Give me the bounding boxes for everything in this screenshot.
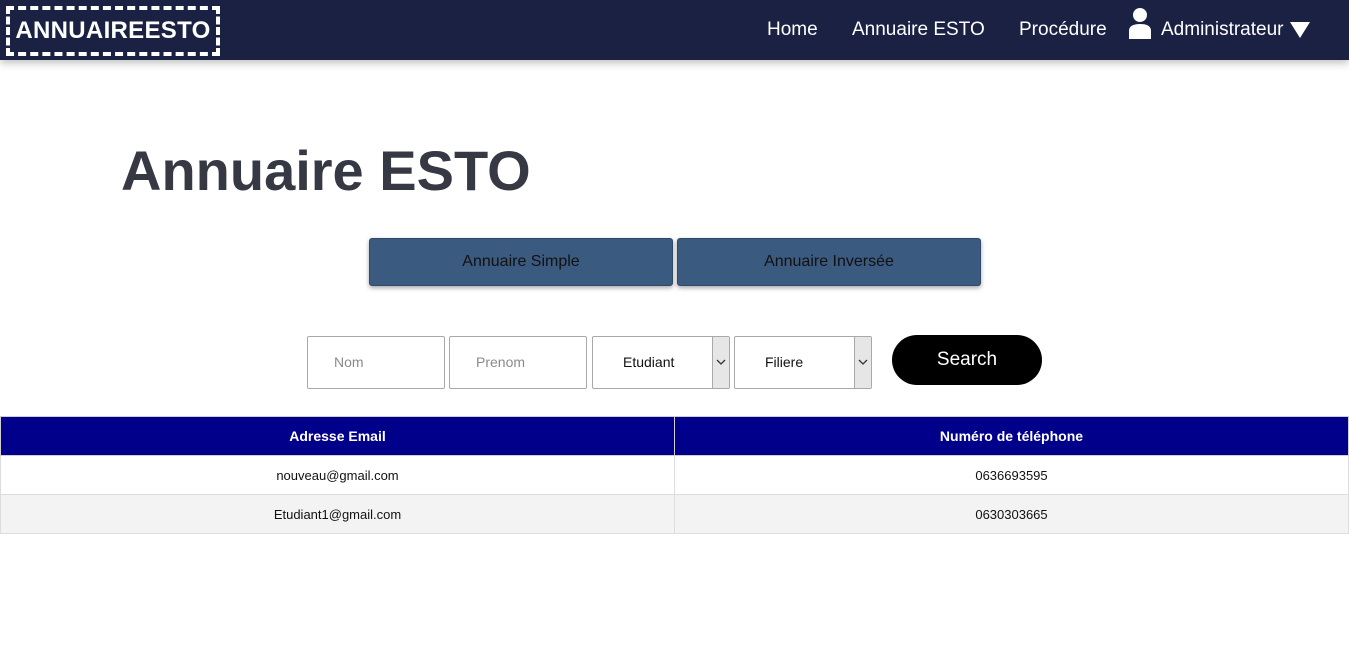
nom-input[interactable]: Nom [307, 336, 445, 389]
user-name: Administrateur [1161, 19, 1284, 40]
filiere-select-arrow[interactable] [854, 337, 871, 388]
caret-down-icon [1289, 22, 1310, 38]
user-icon [1129, 8, 1151, 39]
column-header-email: Adresse Email [0, 416, 675, 456]
table-row: nouveau@gmail.com 0636693595 [0, 455, 1349, 495]
type-select-value: Etudiant [623, 354, 675, 370]
phone-cell: 0630303665 [674, 494, 1349, 534]
tab-annuaire-inversee[interactable]: Annuaire Inversée [677, 238, 981, 286]
top-navbar: ANNUAIREESTO Home Annuaire ESTO Procédur… [0, 0, 1349, 60]
page-title: Annuaire ESTO [121, 139, 531, 202]
column-header-phone: Numéro de téléphone [674, 416, 1349, 456]
chevron-down-icon [716, 359, 726, 365]
nav-link-annuaire-esto[interactable]: Annuaire ESTO [852, 0, 985, 60]
filiere-select[interactable]: Filiere [734, 336, 872, 389]
filiere-select-value: Filiere [765, 354, 804, 370]
table-header-row: Adresse Email Numéro de téléphone [0, 416, 1349, 456]
site-logo[interactable]: ANNUAIREESTO [6, 6, 220, 56]
results-table: Adresse Email Numéro de téléphone nouvea… [0, 416, 1349, 534]
nav-link-home[interactable]: Home [767, 0, 818, 60]
nav-link-procedure[interactable]: Procédure [1019, 0, 1107, 60]
user-menu[interactable]: Administrateur [1128, 0, 1310, 60]
table-row: Etudiant1@gmail.com 0630303665 [0, 494, 1349, 534]
chevron-down-icon [858, 359, 868, 365]
phone-cell: 0636693595 [674, 455, 1349, 495]
email-cell: nouveau@gmail.com [0, 455, 675, 495]
search-button[interactable]: Search [892, 335, 1042, 385]
prenom-input[interactable]: Prenom [449, 336, 587, 389]
type-select-arrow[interactable] [712, 337, 729, 388]
type-select[interactable]: Etudiant [592, 336, 730, 389]
tab-annuaire-simple[interactable]: Annuaire Simple [369, 238, 673, 286]
email-cell: Etudiant1@gmail.com [0, 494, 675, 534]
